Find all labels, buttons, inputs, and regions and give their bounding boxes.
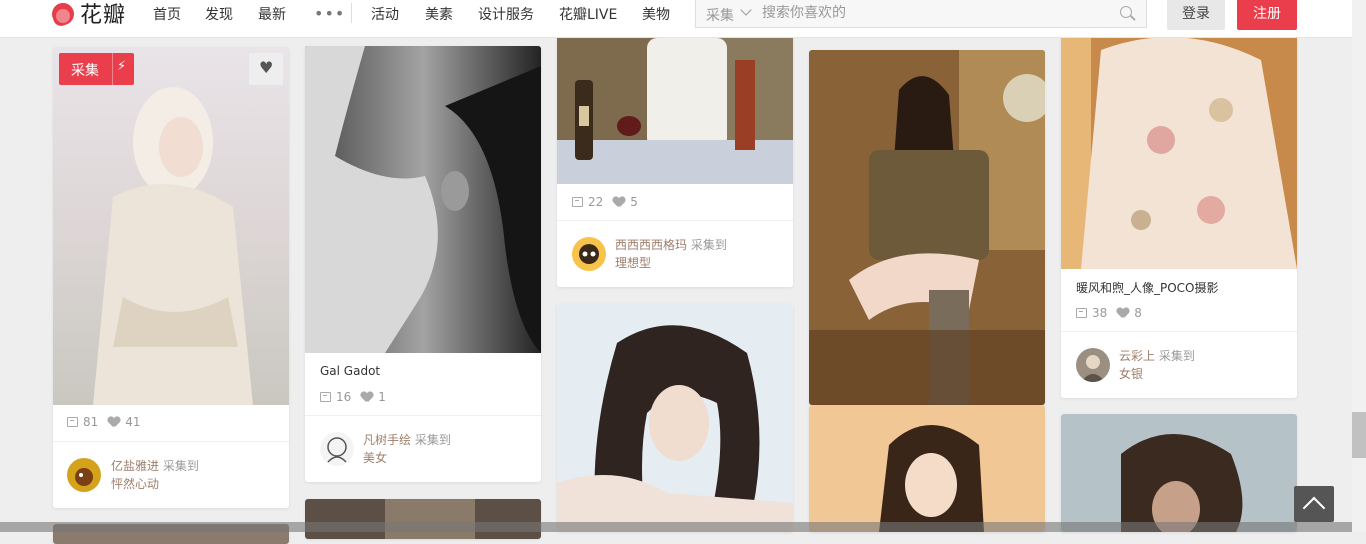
nav-meiwu[interactable]: 美物 bbox=[642, 0, 670, 28]
pin-stats: 16 1 bbox=[320, 390, 386, 404]
chevron-down-icon[interactable] bbox=[740, 4, 752, 16]
repin-count: 16 bbox=[336, 390, 352, 404]
pin-source: 亿盐雅进 采集到 怦然心动 bbox=[111, 457, 199, 493]
board-link[interactable]: 美女 bbox=[363, 449, 451, 467]
like-button[interactable] bbox=[249, 53, 283, 85]
board-link[interactable]: 女银 bbox=[1119, 365, 1195, 383]
nav-divider bbox=[351, 3, 352, 23]
pin-photo[interactable] bbox=[305, 46, 541, 353]
repin-icon bbox=[320, 392, 331, 402]
logo-text: 花瓣 bbox=[80, 3, 127, 28]
pin-source: 西西西西格玛 采集到 理想型 bbox=[615, 236, 727, 272]
pin-card[interactable]: 22 5 西西西西格玛 采集到 理想型 bbox=[557, 20, 793, 287]
repin-count: 81 bbox=[83, 415, 99, 429]
pin-card[interactable]: 暖风和煦_人像_POCO摄影 38 8 云彩上 采集到 女银 bbox=[1061, 20, 1297, 398]
pin-stats: 38 8 bbox=[1076, 306, 1142, 320]
search-icon[interactable] bbox=[1120, 6, 1132, 18]
petal-logo-icon bbox=[52, 1, 76, 25]
pin-stats: 81 41 bbox=[67, 415, 141, 429]
avatar[interactable] bbox=[572, 237, 606, 271]
repin-icon bbox=[67, 417, 78, 427]
avatar[interactable] bbox=[1076, 348, 1110, 382]
avatar[interactable] bbox=[320, 432, 354, 466]
search-bar: 采集 bbox=[695, 0, 1147, 28]
back-to-top-icon[interactable] bbox=[1294, 486, 1334, 522]
avatar[interactable] bbox=[67, 458, 101, 492]
username-link[interactable]: 亿盐雅进 bbox=[111, 459, 159, 473]
heart-icon bbox=[361, 392, 373, 403]
divider bbox=[557, 220, 793, 221]
pin-card[interactable] bbox=[809, 405, 1045, 532]
like-count: 5 bbox=[630, 195, 638, 209]
search-input[interactable] bbox=[762, 3, 1102, 23]
pin-photo[interactable] bbox=[809, 50, 1045, 405]
like-count: 8 bbox=[1134, 306, 1142, 320]
nav-activity[interactable]: 活动 bbox=[371, 0, 399, 28]
collect-action-text: 采集到 bbox=[414, 433, 451, 447]
pin-photo[interactable] bbox=[1061, 414, 1297, 532]
pin-card[interactable] bbox=[1061, 414, 1297, 532]
nav-meisu[interactable]: 美素 bbox=[425, 0, 453, 28]
pin-photo[interactable] bbox=[557, 303, 793, 532]
username-link[interactable]: 凡树手绘 bbox=[363, 433, 411, 447]
repin-count: 22 bbox=[588, 195, 604, 209]
pin-stats: 22 5 bbox=[572, 195, 638, 209]
more-menu-icon[interactable]: ••• bbox=[314, 4, 345, 23]
huaban-logo[interactable]: 花瓣 bbox=[52, 0, 126, 29]
username-link[interactable]: 云彩上 bbox=[1119, 349, 1155, 363]
pin-card[interactable] bbox=[305, 499, 541, 539]
heart-icon bbox=[1117, 308, 1129, 319]
nav-discover[interactable]: 发现 bbox=[205, 0, 233, 28]
username-link[interactable]: 西西西西格玛 bbox=[615, 238, 687, 252]
pin-source: 云彩上 采集到 女银 bbox=[1119, 347, 1195, 383]
pin-photo[interactable] bbox=[53, 47, 289, 405]
pin-title[interactable]: Gal Gadot bbox=[320, 364, 380, 378]
like-count: 1 bbox=[378, 390, 386, 404]
pin-photo[interactable] bbox=[305, 499, 541, 539]
collect-label: 采集 bbox=[71, 63, 99, 79]
nav-latest[interactable]: 最新 bbox=[258, 0, 286, 28]
nav-huaban-live[interactable]: 花瓣LIVE bbox=[559, 0, 617, 28]
pin-card[interactable]: 采集 81 41 亿盐雅进 采集到 怦然心动 bbox=[53, 47, 289, 508]
collect-action-text: 采集到 bbox=[690, 238, 727, 252]
nav-home[interactable]: 首页 bbox=[153, 0, 181, 28]
heart-icon bbox=[108, 417, 120, 428]
pin-card[interactable]: Gal Gadot 16 1 凡树手绘 采集到 美女 bbox=[305, 46, 541, 482]
pin-card[interactable] bbox=[809, 50, 1045, 405]
quick-collect-icon[interactable] bbox=[112, 53, 134, 85]
pin-source: 凡树手绘 采集到 美女 bbox=[363, 431, 451, 467]
top-navigation-bar: 花瓣 首页 发现 最新 ••• 活动 美素 设计服务 花瓣LIVE 美物 采集 … bbox=[0, 0, 1352, 38]
login-button[interactable]: 登录 bbox=[1167, 0, 1225, 30]
pin-title[interactable]: 暖风和煦_人像_POCO摄影 bbox=[1076, 279, 1219, 296]
pin-photo[interactable] bbox=[557, 20, 793, 184]
register-button[interactable]: 注册 bbox=[1237, 0, 1297, 30]
board-link[interactable]: 理想型 bbox=[615, 254, 727, 272]
search-scope-select[interactable]: 采集 bbox=[706, 5, 734, 25]
divider bbox=[1061, 331, 1297, 332]
board-link[interactable]: 怦然心动 bbox=[111, 475, 199, 493]
heart-icon bbox=[613, 197, 625, 208]
repin-icon bbox=[1076, 308, 1087, 318]
pin-card[interactable] bbox=[557, 303, 793, 532]
pin-photo[interactable] bbox=[809, 405, 1045, 532]
repin-count: 38 bbox=[1092, 306, 1108, 320]
pin-photo[interactable] bbox=[1061, 20, 1297, 269]
collect-action-text: 采集到 bbox=[1158, 349, 1195, 363]
nav-design-service[interactable]: 设计服务 bbox=[478, 0, 534, 28]
like-count: 41 bbox=[125, 415, 141, 429]
repin-icon bbox=[572, 197, 583, 207]
scrollbar-thumb[interactable] bbox=[1352, 412, 1366, 458]
divider bbox=[53, 441, 289, 442]
collect-button[interactable]: 采集 bbox=[59, 53, 134, 85]
footer-shade bbox=[0, 522, 1352, 532]
divider bbox=[305, 415, 541, 416]
collect-action-text: 采集到 bbox=[162, 459, 199, 473]
